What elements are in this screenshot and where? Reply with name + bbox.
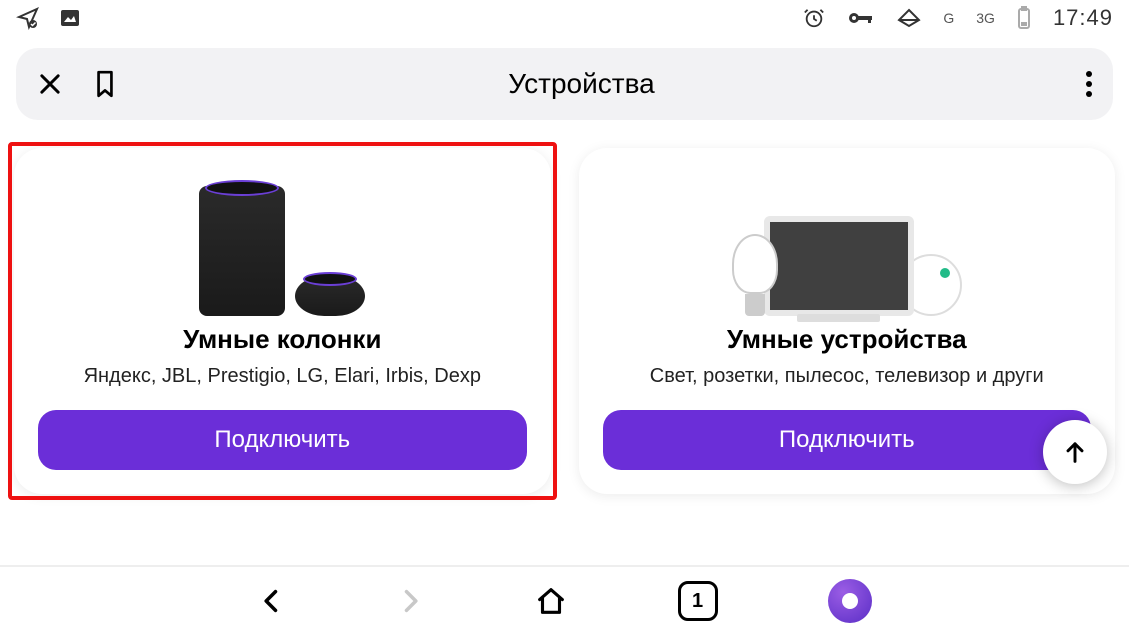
location-icon: [16, 6, 40, 30]
card-smart-speakers[interactable]: Умные колонки Яндекс, JBL, Prestigio, LG…: [14, 148, 551, 494]
page-title: Устройства: [118, 68, 1045, 100]
devices-illustration: [732, 166, 962, 316]
title-bar: Устройства: [16, 48, 1113, 120]
android-status-bar: G 3G 17:49: [0, 0, 1129, 36]
picture-icon: [58, 6, 82, 30]
clock: 17:49: [1053, 5, 1113, 31]
card-smart-devices[interactable]: Умные устройства Свет, розетки, пылесос,…: [579, 148, 1116, 494]
bottom-nav: 1: [0, 565, 1129, 635]
content-area: Умные колонки Яндекс, JBL, Prestigio, LG…: [0, 120, 1129, 494]
card-title: Умные колонки: [183, 324, 381, 355]
alice-icon: [828, 579, 872, 623]
vpn-key-icon: [847, 7, 875, 29]
nav-tabs-button[interactable]: 1: [678, 581, 718, 621]
nav-home-button[interactable]: [534, 584, 568, 618]
connect-button[interactable]: Подключить: [603, 410, 1092, 470]
card-subtitle: Яндекс, JBL, Prestigio, LG, Elari, Irbis…: [84, 365, 481, 388]
card-smart-devices-wrap: Умные устройства Свет, розетки, пылесос,…: [579, 148, 1116, 494]
close-icon[interactable]: [36, 70, 64, 98]
network-3g-label: 3G: [976, 10, 995, 26]
nav-back-button[interactable]: [258, 587, 286, 615]
wifi-icon: [897, 6, 921, 30]
nav-alice-button[interactable]: [828, 579, 872, 623]
nav-forward-button[interactable]: [396, 587, 424, 615]
speakers-illustration: [199, 166, 365, 316]
bookmark-icon[interactable]: [92, 69, 118, 99]
alarm-icon: [803, 7, 825, 29]
more-vertical-icon[interactable]: [1085, 70, 1093, 98]
card-title: Умные устройства: [727, 324, 967, 355]
connect-button[interactable]: Подключить: [38, 410, 527, 470]
network-g-label: G: [943, 10, 954, 26]
tab-count: 1: [678, 581, 718, 621]
scroll-top-fab[interactable]: [1043, 420, 1107, 484]
card-subtitle: Свет, розетки, пылесос, телевизор и друг…: [650, 365, 1044, 388]
card-smart-speakers-wrap: Умные колонки Яндекс, JBL, Prestigio, LG…: [14, 148, 551, 494]
battery-icon: [1017, 6, 1031, 30]
